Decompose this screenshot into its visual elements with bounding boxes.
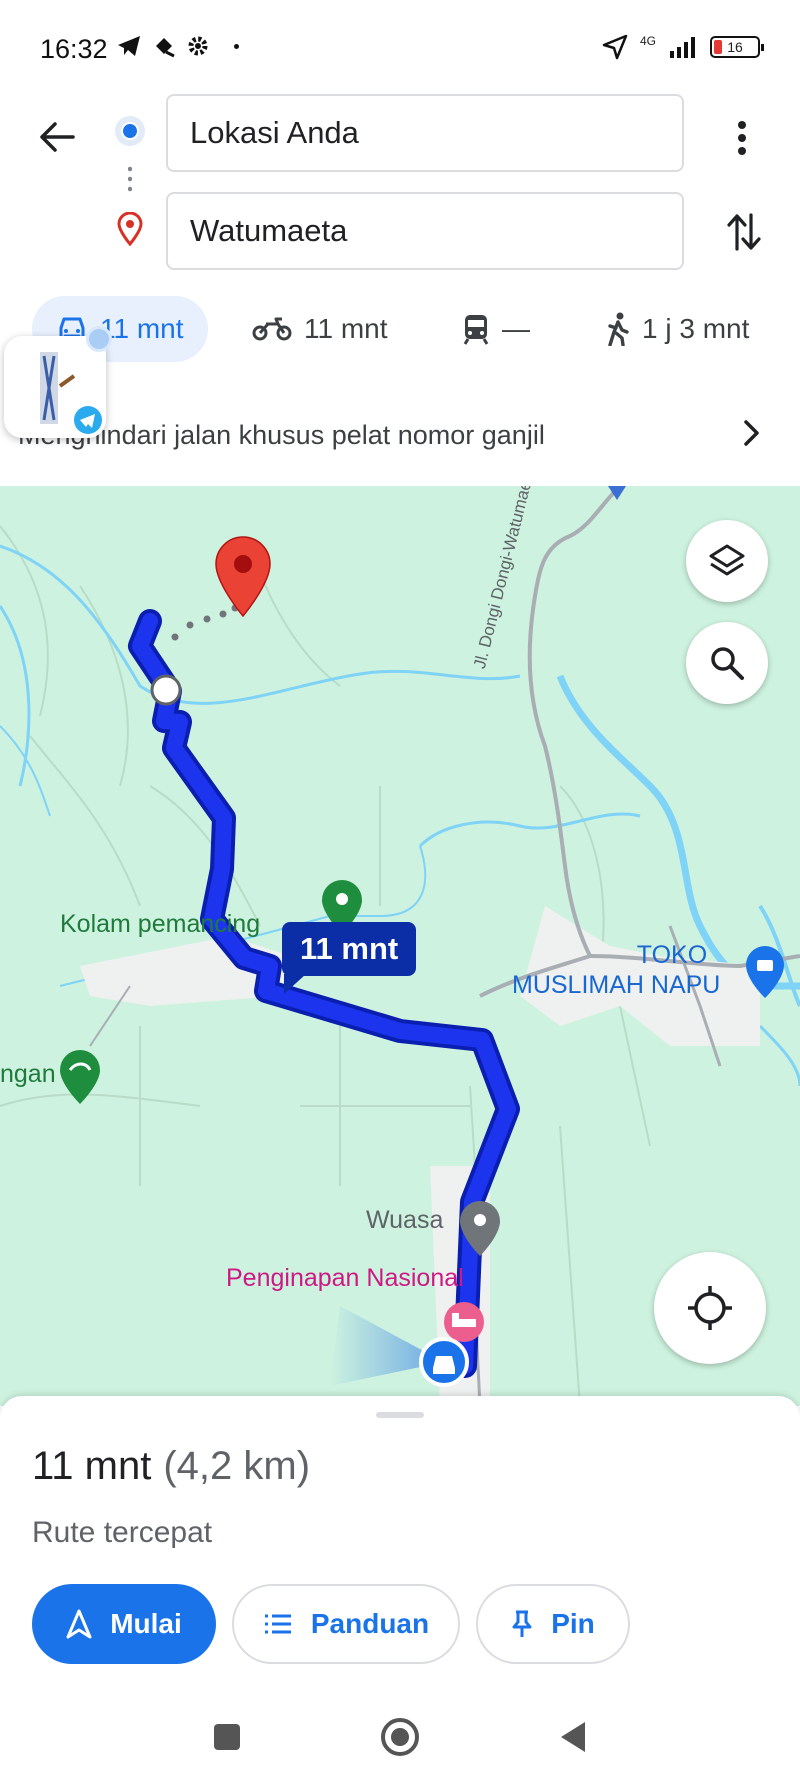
current-location-car-icon — [419, 1337, 469, 1387]
label-toko-muslimah-napu[interactable]: TOKO MUSLIMAH NAPU — [512, 940, 772, 1000]
layers-icon — [709, 544, 745, 576]
search-along-route-button[interactable] — [686, 622, 768, 704]
swap-locations-button[interactable] — [722, 208, 766, 256]
walk-icon — [608, 312, 629, 346]
app-notification-icon — [156, 38, 175, 58]
signal-icon — [670, 37, 695, 58]
tab-motorcycle-label: 11 mnt — [304, 313, 388, 344]
status-bar: 16:32 4G 16 — [0, 0, 800, 92]
directions-header: Lokasi Anda Watumaeta 11 mnt 11 mnt — 1 … — [0, 92, 800, 388]
pin-button[interactable]: Pin — [476, 1584, 630, 1664]
telegram-notification-icon — [118, 36, 140, 56]
home-button[interactable] — [375, 1712, 425, 1762]
pin-button-label: Pin — [551, 1608, 595, 1639]
status-system-icons: 4G 16 — [602, 34, 764, 60]
location-arrow-icon — [602, 34, 628, 60]
route-distance: (4,2 km) — [163, 1444, 311, 1488]
more-options-button[interactable] — [722, 110, 762, 166]
guide-button-label: Panduan — [310, 1608, 430, 1639]
guide-button[interactable]: Panduan — [232, 1584, 460, 1664]
chevron-right-icon — [744, 420, 759, 446]
tab-car-label: 11 mnt — [100, 313, 184, 344]
arrow-back-icon — [40, 122, 75, 152]
tab-motorcycle[interactable]: 11 mnt — [252, 296, 388, 362]
square-icon — [214, 1724, 240, 1750]
walking-connector-dots — [171, 604, 239, 641]
battery-level: 16 — [727, 39, 743, 55]
route-summary-sheet[interactable]: 11 mnt (4,2 km) Rute tercepat Mulai Pandu… — [0, 1396, 800, 1696]
route-dots-icon — [128, 164, 132, 194]
tab-walk[interactable]: 1 j 3 mnt — [606, 296, 749, 362]
train-icon — [463, 315, 489, 345]
settings-notification-icon — [188, 36, 208, 56]
tab-walk-label: 1 j 3 mnt — [642, 313, 750, 344]
travel-mode-tabs: 11 mnt 11 mnt — 1 j 3 mnt — [0, 296, 800, 376]
floating-app-bubble[interactable] — [4, 336, 106, 438]
network-type: 4G — [639, 34, 656, 48]
recents-button[interactable] — [202, 1712, 252, 1762]
route-notice-row[interactable]: Menghindari jalan khusus pelat nomor gan… — [0, 386, 800, 486]
tab-transit-label: — — [502, 313, 530, 344]
start-button-label: Mulai — [110, 1608, 182, 1639]
hotel-pin-icon — [444, 1302, 484, 1342]
origin-input[interactable]: Lokasi Anda — [166, 94, 684, 172]
status-notification-icons — [116, 34, 239, 58]
swap-vert-icon — [727, 213, 761, 251]
layers-button[interactable] — [686, 520, 768, 602]
destination-pin-icon — [116, 211, 144, 251]
my-location-button[interactable] — [654, 1252, 766, 1364]
label-kolam-pemancing[interactable]: Kolam pemancing — [60, 910, 260, 939]
triangle-back-icon — [561, 1722, 585, 1752]
label-toko-line2: MUSLIMAH NAPU — [512, 971, 721, 999]
destination-input[interactable]: Watumaeta — [166, 192, 684, 270]
origin-dot-icon — [115, 116, 145, 146]
list-icon — [264, 1614, 291, 1634]
pin-icon — [512, 1610, 532, 1637]
my-location-icon — [688, 1286, 732, 1330]
map-view[interactable]: Kolam pemancing TOKO MUSLIMAH NAPU ngan … — [0, 486, 800, 1406]
more-vert-icon — [738, 121, 746, 155]
destination-marker-icon — [215, 536, 271, 618]
route-end-circle — [150, 674, 182, 706]
status-time: 16:32 — [40, 34, 108, 64]
route-duration: 11 mnt — [32, 1444, 152, 1488]
home-circle-icon — [381, 1718, 419, 1756]
label-ngan[interactable]: ngan — [0, 1060, 56, 1089]
system-navigation-bar — [0, 1696, 800, 1778]
back-nav-button[interactable] — [548, 1712, 598, 1762]
route-subtitle: Rute tercepat — [32, 1516, 213, 1549]
label-penginapan-nasional[interactable]: Penginapan Nasional — [226, 1264, 464, 1293]
route-summary: 11 mnt (4,2 km) — [32, 1444, 310, 1489]
route-time-bubble[interactable]: 11 mnt — [282, 922, 417, 994]
app-thumbnail-icon — [40, 352, 102, 434]
label-wuasa[interactable]: Wuasa — [366, 1206, 443, 1235]
back-button[interactable] — [32, 112, 82, 162]
sheet-drag-handle[interactable] — [376, 1412, 424, 1418]
more-notifications-dot — [234, 43, 239, 49]
motorcycle-icon — [252, 317, 292, 341]
navigation-icon — [66, 1609, 92, 1639]
place-pin-icon — [60, 1050, 100, 1104]
tab-transit[interactable]: — — [462, 296, 530, 362]
bubble-indicator-dot — [86, 326, 112, 352]
search-icon — [711, 647, 744, 680]
label-toko-line1: TOKO — [636, 941, 708, 969]
start-button[interactable]: Mulai — [32, 1584, 216, 1664]
battery-icon: 16 — [710, 36, 764, 58]
